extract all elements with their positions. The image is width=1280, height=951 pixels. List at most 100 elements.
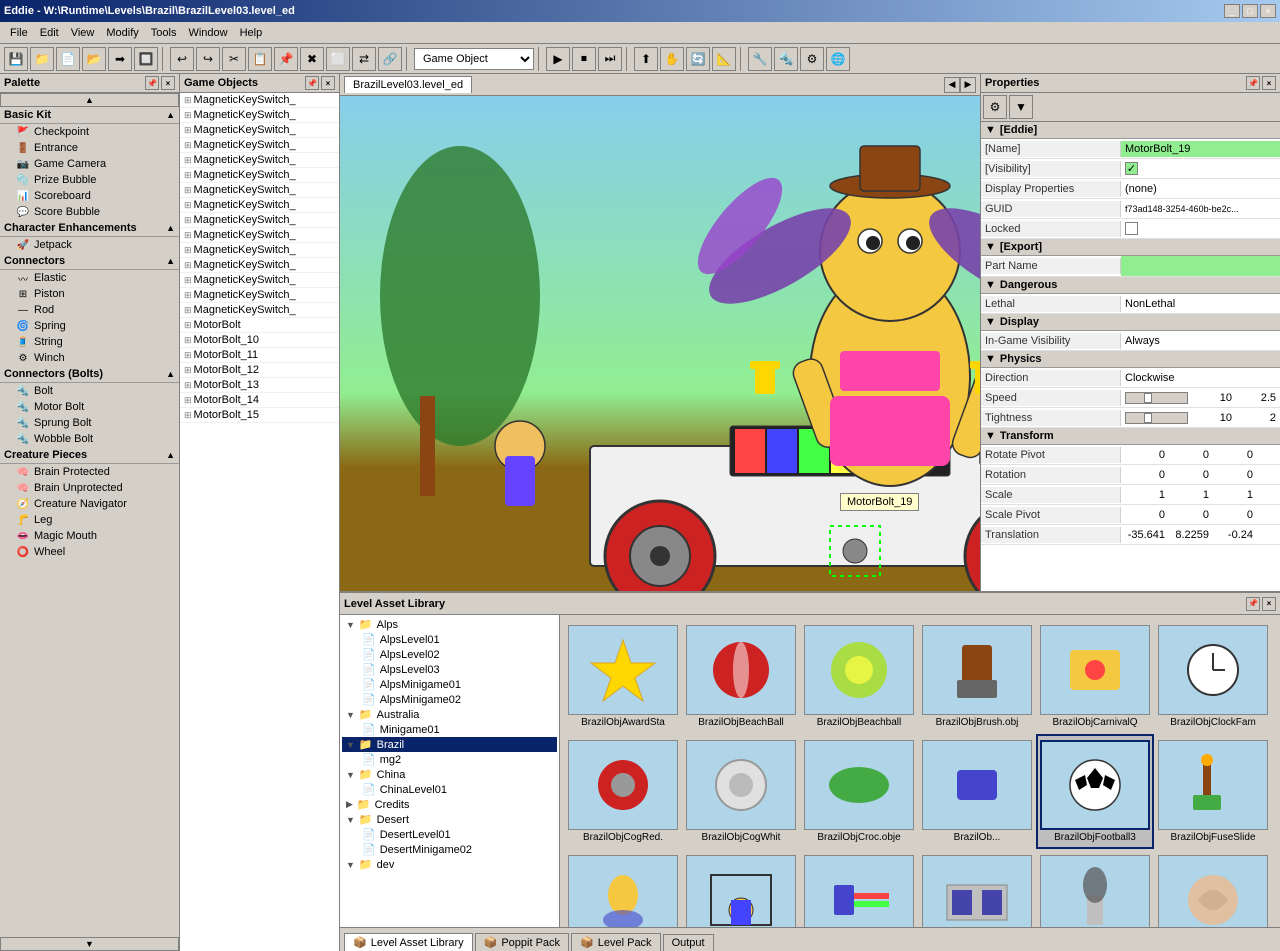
dangerous-section-header[interactable]: ▼ Dangerous xyxy=(981,277,1280,294)
toolbar-btn-5[interactable]: ➡ xyxy=(108,47,132,71)
asset-item-clock[interactable]: BrazilObjClockFam xyxy=(1154,619,1272,734)
eddie-section-header[interactable]: ▼ [Eddie] xyxy=(981,122,1280,139)
minimize-button[interactable]: _ xyxy=(1224,4,1240,18)
properties-pin-button[interactable]: 📌 xyxy=(1246,76,1260,90)
toolbar-btn-4[interactable]: 📂 xyxy=(82,47,106,71)
object-item-14[interactable]: ⊞MagneticKeySwitch_ xyxy=(180,288,339,303)
menu-modify[interactable]: Modify xyxy=(100,25,144,41)
char-enh-collapse[interactable]: ▲ xyxy=(166,223,175,233)
menu-help[interactable]: Help xyxy=(234,25,269,41)
tree-alpslevel02[interactable]: 📄 AlpsLevel02 xyxy=(342,647,557,662)
palette-item-entrance[interactable]: 🚪 Entrance xyxy=(0,140,179,156)
tree-china[interactable]: ▼ 📁 China xyxy=(342,767,557,782)
toolbar-btn-14[interactable]: ⇄ xyxy=(352,47,376,71)
asset-item-beachball[interactable]: BrazilObjBeachBall xyxy=(682,619,800,734)
tree-credits[interactable]: ▶ 📁 Credits xyxy=(342,797,557,812)
object-item-motorbolt10[interactable]: ⊞MotorBolt_10 xyxy=(180,333,339,348)
menu-view[interactable]: View xyxy=(65,25,101,41)
asset-item-croc[interactable]: BrazilObjCroc.obje xyxy=(800,734,918,849)
properties-btn-1[interactable]: ⚙ xyxy=(983,95,1007,119)
delete-button[interactable]: ✖ xyxy=(300,47,324,71)
palette-section-connectors-header[interactable]: Connectors ▲ xyxy=(0,253,179,270)
paste-button[interactable]: 📌 xyxy=(274,47,298,71)
scale-button[interactable]: 📐 xyxy=(712,47,736,71)
locked-checkbox[interactable] xyxy=(1125,222,1138,235)
move-button[interactable]: ✋ xyxy=(660,47,684,71)
tree-chinalevel01[interactable]: 📄 ChinaLevel01 xyxy=(342,782,557,797)
redo-button[interactable]: ↪ xyxy=(196,47,220,71)
close-button[interactable]: × xyxy=(1260,4,1276,18)
display-section-header[interactable]: ▼ Display xyxy=(981,314,1280,331)
object-item-7[interactable]: ⊞MagneticKeySwitch_ xyxy=(180,183,339,198)
toolbar-btn-18[interactable]: ⏹ xyxy=(572,47,596,71)
palette-item-wheel[interactable]: ⭕ Wheel xyxy=(0,544,179,560)
palette-item-bolt[interactable]: 🔩 Bolt xyxy=(0,383,179,399)
asset-item-football3[interactable]: BrazilObjFootball3 xyxy=(1036,734,1154,849)
palette-item-brain-protected[interactable]: 🧠 Brain Protected xyxy=(0,464,179,480)
palette-item-score-bubble[interactable]: 💬 Score Bubble xyxy=(0,204,179,220)
transform-section-header[interactable]: ▼ Transform xyxy=(981,428,1280,445)
palette-item-string[interactable]: 🧵 String xyxy=(0,334,179,350)
asset-item-award[interactable]: BrazilObjAwardSta xyxy=(564,619,682,734)
properties-header-buttons[interactable]: 📌 × xyxy=(1246,76,1276,90)
palette-item-game-camera[interactable]: 📷 Game Camera xyxy=(0,156,179,172)
tab-poppit-pack[interactable]: 📦 Poppit Pack xyxy=(475,933,569,951)
connectors-collapse[interactable]: ▲ xyxy=(166,256,175,266)
object-item-3[interactable]: ⊞MagneticKeySwitch_ xyxy=(180,123,339,138)
palette-item-rod[interactable]: — Rod xyxy=(0,302,179,318)
game-objects-pin-button[interactable]: 📌 xyxy=(305,76,319,90)
asset-item-carnival[interactable]: BrazilObjCarnivalQ xyxy=(1036,619,1154,734)
palette-item-wobble-bolt[interactable]: 🔩 Wobble Bolt xyxy=(0,431,179,447)
asset-item-brush[interactable]: BrazilObjBrush.obj xyxy=(918,619,1036,734)
creature-collapse[interactable]: ▲ xyxy=(166,450,175,460)
tree-alps[interactable]: ▼ 📁 Alps xyxy=(342,617,557,632)
palette-item-jetpack[interactable]: 🚀 Jetpack xyxy=(0,237,179,253)
tightness-slider[interactable] xyxy=(1125,412,1188,424)
toolbar-btn-25[interactable]: 🔧 xyxy=(748,47,772,71)
tree-desert[interactable]: ▼ 📁 Desert xyxy=(342,812,557,827)
palette-item-scoreboard[interactable]: 📊 Scoreboard xyxy=(0,188,179,204)
object-item-9[interactable]: ⊞MagneticKeySwitch_ xyxy=(180,213,339,228)
menu-edit[interactable]: Edit xyxy=(34,25,65,41)
tree-desertlevel01[interactable]: 📄 DesertLevel01 xyxy=(342,827,557,842)
visibility-checkbox[interactable]: ✓ xyxy=(1125,162,1138,175)
palette-item-motor-bolt[interactable]: 🔩 Motor Bolt xyxy=(0,399,179,415)
tab-output[interactable]: Output xyxy=(663,934,714,951)
properties-btn-2[interactable]: ▼ xyxy=(1009,95,1033,119)
palette-item-magic-mouth[interactable]: 👄 Magic Mouth xyxy=(0,528,179,544)
toolbar-btn-6[interactable]: 🔲 xyxy=(134,47,158,71)
menu-file[interactable]: File xyxy=(4,25,34,41)
tab-level-pack[interactable]: 📦 Level Pack xyxy=(571,933,661,951)
bolts-collapse[interactable]: ▲ xyxy=(166,369,175,379)
palette-close-button[interactable]: × xyxy=(161,76,175,90)
asset-item-extra[interactable]: BrazilOb... xyxy=(918,734,1036,849)
asset-library-close-button[interactable]: × xyxy=(1262,597,1276,611)
palette-item-brain-unprotected[interactable]: 🧠 Brain Unprotected xyxy=(0,480,179,496)
palette-item-creature-navigator[interactable]: 🧭 Creature Navigator xyxy=(0,496,179,512)
tree-minigame01[interactable]: 📄 Minigame01 xyxy=(342,722,557,737)
play-button[interactable]: ▶ xyxy=(546,47,570,71)
object-item-13[interactable]: ⊞MagneticKeySwitch_ xyxy=(180,273,339,288)
object-item-4[interactable]: ⊞MagneticKeySwitch_ xyxy=(180,138,339,153)
object-item-6[interactable]: ⊞MagneticKeySwitch_ xyxy=(180,168,339,183)
palette-item-leg[interactable]: 🦵 Leg xyxy=(0,512,179,528)
viewport-canvas[interactable]: Perspective xyxy=(340,96,980,591)
tree-brazil[interactable]: ▼ 📁 Brazil xyxy=(342,737,557,752)
cut-button[interactable]: ✂ xyxy=(222,47,246,71)
palette-section-basic-kit-header[interactable]: Basic Kit ▲ xyxy=(0,107,179,124)
object-item-motorbolt15[interactable]: ⊞MotorBolt_15 xyxy=(180,408,339,423)
palette-item-checkpoint[interactable]: 🚩 Checkpoint xyxy=(0,124,179,140)
palette-section-creature-header[interactable]: Creature Pieces ▲ xyxy=(0,447,179,464)
asset-item-beachball2[interactable]: BrazilObjBeachball xyxy=(800,619,918,734)
viewport[interactable]: BrazilLevel03.level_ed ◀ ▶ Perspective xyxy=(340,74,980,591)
title-bar-buttons[interactable]: _ □ × xyxy=(1224,4,1276,18)
asset-library-header-buttons[interactable]: 📌 × xyxy=(1246,597,1276,611)
object-item-2[interactable]: ⊞MagneticKeySwitch_ xyxy=(180,108,339,123)
object-item-15[interactable]: ⊞MagneticKeySwitch_ xyxy=(180,303,339,318)
object-item-motorbolt12[interactable]: ⊞MotorBolt_12 xyxy=(180,363,339,378)
object-type-dropdown[interactable]: Game Object xyxy=(414,48,534,70)
tab-level-asset-library[interactable]: 📦 Level Asset Library xyxy=(344,933,473,951)
palette-item-piston[interactable]: ⊞ Piston xyxy=(0,286,179,302)
menu-window[interactable]: Window xyxy=(182,25,233,41)
toolbar-btn-13[interactable]: ⬜ xyxy=(326,47,350,71)
